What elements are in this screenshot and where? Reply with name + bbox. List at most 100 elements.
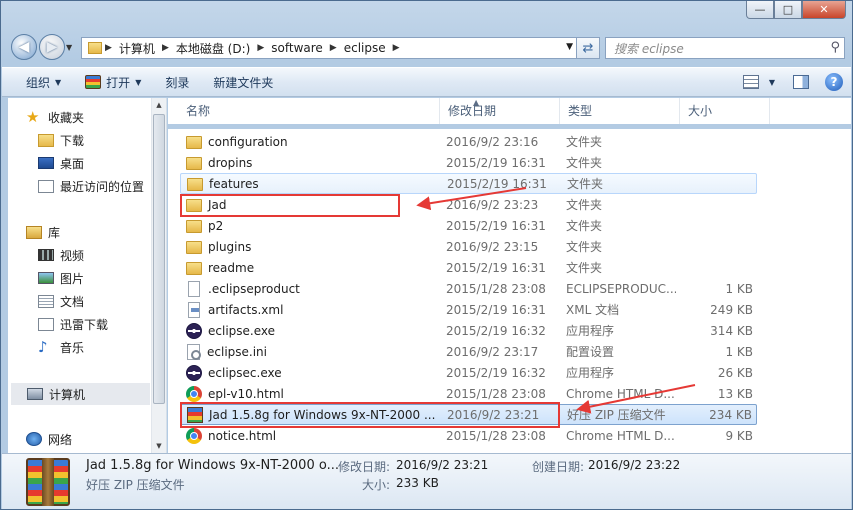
file-type: 文件夹 (567, 177, 604, 191)
nav-xunlei-downloads[interactable]: 迅雷下载 (38, 313, 108, 335)
file-row[interactable]: eclipse.ini 2016/9/2 23:17 配置设置 1 KB (180, 341, 757, 362)
file-row[interactable]: dropins 2015/2/19 16:31 文件夹 (180, 152, 757, 173)
file-modified: 2015/1/28 23:08 (446, 281, 546, 296)
folder-icon (187, 178, 203, 191)
file-row[interactable]: readme 2015/2/19 16:31 文件夹 (180, 257, 757, 278)
eclipse-icon (186, 322, 202, 339)
nav-desktop[interactable]: 桌面 (38, 152, 84, 174)
minimize-button[interactable]: — (746, 1, 774, 19)
nav-recent-places[interactable]: 最近访问的位置 (38, 175, 144, 197)
chevron-right-icon[interactable]: ▶ (390, 43, 403, 53)
burn-button[interactable]: 刻录 (153, 74, 201, 91)
address-dropdown-icon[interactable]: ▼ (566, 42, 573, 52)
file-row[interactable]: eclipse.exe 2015/2/19 16:32 应用程序 314 KB (180, 320, 757, 341)
nav-scrollbar[interactable]: ▲ ▼ (151, 98, 166, 453)
burn-label: 刻录 (165, 75, 190, 90)
picture-icon (38, 272, 54, 284)
file-name-cell: artifacts.xml (186, 301, 434, 318)
music-icon: ♪ (38, 338, 48, 356)
chevron-right-icon[interactable]: ▶ (327, 43, 340, 53)
computer-icon (27, 388, 43, 400)
file-name: dropins (208, 155, 253, 170)
close-button[interactable]: ✕ (802, 1, 846, 19)
nav-label: 网络 (48, 432, 73, 447)
file-type: 文件夹 (566, 219, 603, 233)
help-icon[interactable]: ? (825, 73, 843, 91)
annotation-box-jad-folder (180, 194, 400, 217)
new-folder-button[interactable]: 新建文件夹 (201, 74, 285, 91)
nav-scrollbar-thumb[interactable] (153, 114, 165, 404)
file-row[interactable]: features 2015/2/19 16:31 文件夹 (180, 173, 757, 194)
zip-archive-icon (26, 458, 70, 506)
forward-button[interactable]: ▶ (39, 34, 65, 60)
file-row[interactable]: configuration 2016/9/2 23:16 文件夹 (180, 131, 757, 152)
video-icon (38, 249, 54, 261)
search-placeholder: 搜索 eclipse (614, 41, 684, 56)
file-type: 配置设置 (566, 345, 615, 359)
file-name: plugins (208, 239, 252, 254)
column-header-type[interactable]: 类型 (560, 98, 680, 124)
nav-label: 最近访问的位置 (60, 179, 145, 194)
file-size: 249 KB (710, 302, 753, 317)
nav-network[interactable]: 网络 (26, 428, 72, 450)
nav-label: 桌面 (60, 156, 85, 171)
open-button[interactable]: 打开 ▼ (73, 74, 153, 91)
address-bar[interactable]: ▶ 计算机 ▶ 本地磁盘 (D:) ▶ software ▶ eclipse ▶… (81, 37, 578, 59)
nav-libraries[interactable]: 库 (26, 221, 60, 243)
breadcrumb-software[interactable]: software (267, 41, 327, 55)
file-row[interactable]: epl-v10.html 2015/1/28 23:08 Chrome HTML D… (180, 383, 757, 404)
file-row[interactable]: plugins 2016/9/2 23:15 文件夹 (180, 236, 757, 257)
recent-places-icon (38, 179, 54, 193)
breadcrumb-eclipse[interactable]: eclipse (340, 41, 390, 55)
view-dropdown-icon[interactable]: ▼ (769, 78, 775, 87)
file-modified: 2015/2/19 16:32 (446, 365, 546, 380)
scroll-up-icon[interactable]: ▲ (152, 98, 166, 112)
file-row[interactable]: artifacts.xml 2015/2/19 16:31 XML 文档 249 KB (180, 299, 757, 320)
nav-pictures[interactable]: 图片 (38, 267, 84, 289)
change-view-icon[interactable] (742, 75, 759, 89)
search-input[interactable]: 搜索 eclipse ⚲ (605, 37, 845, 59)
new-folder-label: 新建文件夹 (213, 75, 274, 90)
nav-computer[interactable]: 计算机 (11, 383, 150, 405)
file-modified: 2016/9/2 23:23 (446, 197, 539, 212)
file-name: features (209, 176, 259, 191)
chevron-right-icon[interactable]: ▶ (159, 43, 172, 53)
chevron-right-icon[interactable]: ▶ (254, 43, 267, 53)
details-filename: Jad 1.5.8g for Windows 9x-NT-2000 o... (86, 458, 339, 473)
file-name-cell: eclipse.exe (186, 322, 434, 339)
address-row: ◀ ▶ ▼ ▶ 计算机 ▶ 本地磁盘 (D:) ▶ software ▶ ecl… (9, 33, 845, 61)
file-name: notice.html (208, 428, 277, 443)
network-icon (26, 432, 42, 446)
history-dropdown-icon[interactable]: ▼ (66, 43, 72, 52)
back-button[interactable]: ◀ (11, 34, 37, 60)
file-modified: 2015/1/28 23:08 (446, 428, 546, 443)
nav-music[interactable]: ♪ 音乐 (38, 336, 84, 358)
downloads-folder-icon (38, 133, 54, 147)
file-row[interactable]: notice.html 2015/1/28 23:08 Chrome HTML D.… (180, 425, 757, 446)
chevron-right-icon[interactable]: ▶ (102, 43, 115, 53)
nav-favorites[interactable]: ★ 收藏夹 (26, 106, 84, 128)
column-header-size[interactable]: 大小 (680, 98, 770, 124)
file-row[interactable]: .eclipseproduct 2015/1/28 23:08 ECLIPSEPRO… (180, 278, 757, 299)
file-row[interactable]: p2 2015/2/19 16:31 文件夹 (180, 215, 757, 236)
nav-videos[interactable]: 视频 (38, 244, 84, 266)
column-header-name[interactable]: 名称 (178, 98, 440, 124)
maximize-button[interactable]: □ (774, 1, 802, 19)
file-size: 13 KB (717, 386, 753, 401)
scroll-down-icon[interactable]: ▼ (152, 439, 166, 453)
breadcrumb-drive-d[interactable]: 本地磁盘 (D:) (172, 40, 254, 57)
nav-downloads[interactable]: 下载 (38, 129, 84, 151)
search-icon[interactable]: ⚲ (830, 40, 840, 55)
column-header-modified[interactable]: 修改日期 (440, 98, 560, 124)
annotation-box-jad-zip (180, 402, 560, 428)
breadcrumb-computer[interactable]: 计算机 (115, 40, 159, 57)
file-name: readme (208, 260, 255, 275)
zip-app-icon (85, 75, 102, 89)
preview-pane-icon[interactable] (793, 75, 809, 89)
refresh-button[interactable]: ⇄ (576, 37, 600, 59)
file-type: Chrome HTML D... (566, 386, 675, 401)
file-row[interactable]: eclipsec.exe 2015/2/19 16:32 应用程序 26 KB (180, 362, 757, 383)
nav-documents[interactable]: 文档 (38, 290, 84, 312)
ini-file-icon (187, 343, 201, 360)
organize-button[interactable]: 组织 ▼ (2, 74, 73, 91)
